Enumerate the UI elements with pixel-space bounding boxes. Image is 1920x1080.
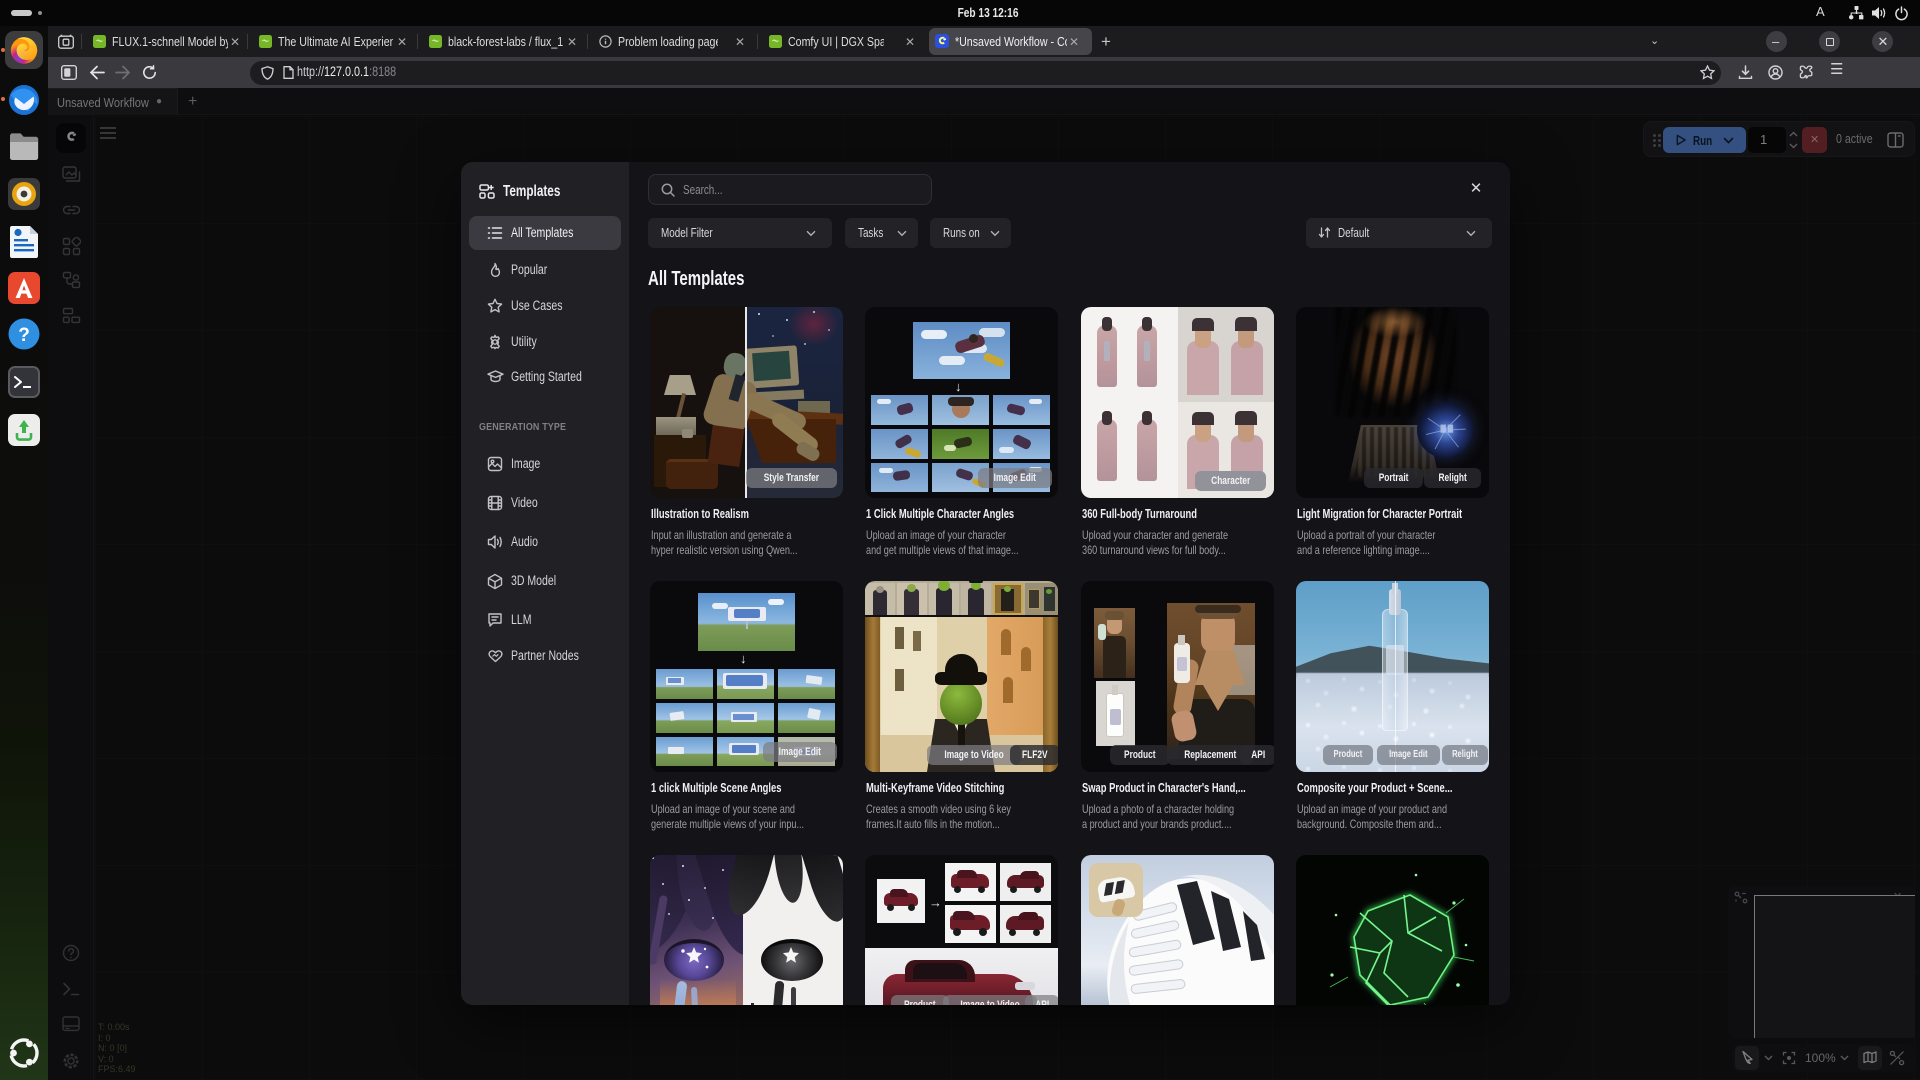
- svg-text:?: ?: [18, 325, 30, 346]
